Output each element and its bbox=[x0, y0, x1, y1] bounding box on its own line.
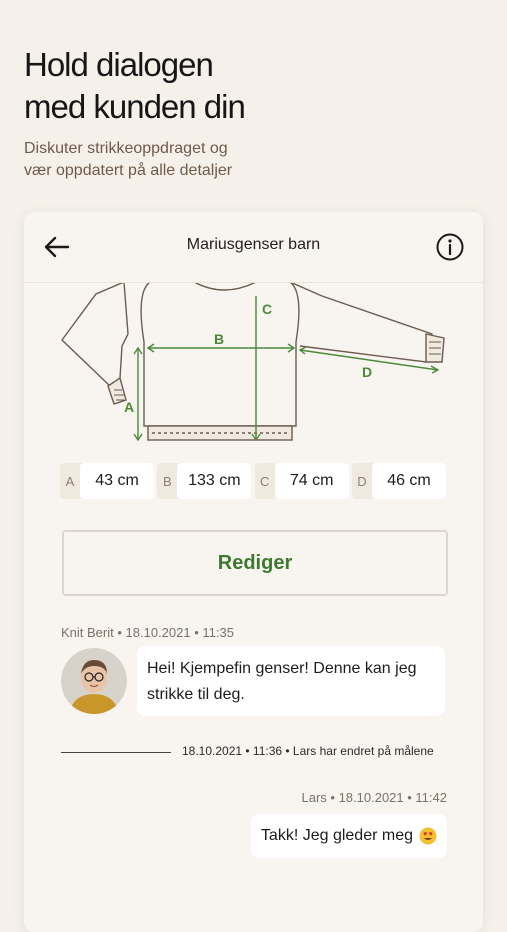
measure-d-value: 46 cm bbox=[371, 463, 446, 499]
hero-title-line1: Hold dialogen bbox=[24, 46, 214, 83]
hero-title-line2: med kunden din bbox=[24, 88, 246, 125]
measure-a-value: 43 cm bbox=[80, 463, 154, 499]
message-line2: strikke til deg. bbox=[147, 686, 245, 703]
hero-subtitle-line1: Diskuter strikkeoppdraget og bbox=[24, 140, 228, 157]
info-icon bbox=[436, 233, 464, 261]
message-bubble-outgoing: Takk! Jeg gleder meg bbox=[250, 814, 447, 858]
message-text: Takk! Jeg gleder meg bbox=[260, 827, 413, 844]
sweater-diagram: C B A D bbox=[61, 282, 445, 442]
avatar-photo bbox=[61, 648, 127, 714]
sweater-outline bbox=[61, 282, 445, 441]
measure-b-value: 133 cm bbox=[177, 463, 252, 499]
avatar bbox=[61, 648, 127, 714]
measurements-row: A 43 cm B 133 cm C 74 cm D 46 cm bbox=[60, 463, 446, 499]
measure-c-value: 74 cm bbox=[274, 463, 349, 499]
measure-c-letter: C bbox=[259, 473, 270, 489]
measure-d-letter: D bbox=[357, 473, 367, 489]
heart-eyes-emoji-icon bbox=[419, 827, 437, 845]
measure-c[interactable]: C 74 cm bbox=[254, 463, 349, 499]
label-a: A bbox=[124, 399, 134, 415]
label-c: C bbox=[262, 301, 272, 317]
measure-b-letter: B bbox=[162, 473, 172, 489]
divider bbox=[61, 752, 171, 753]
measure-a-letter: A bbox=[65, 473, 75, 489]
measure-lines bbox=[133, 296, 440, 442]
hero-section: Hold dialogen med kunden din Diskuter st… bbox=[24, 44, 484, 182]
message-bubble-incoming: Hei! Kjempefin genser! Denne kan jeg str… bbox=[137, 646, 445, 716]
hero-subtitle: Diskuter strikkeoppdraget og vær oppdate… bbox=[24, 138, 484, 182]
info-button[interactable] bbox=[435, 232, 465, 262]
page-title: Mariusgenser barn bbox=[186, 236, 321, 253]
label-b: B bbox=[214, 331, 224, 347]
hero-title: Hold dialogen med kunden din bbox=[24, 44, 484, 128]
measure-a[interactable]: A 43 cm bbox=[60, 463, 154, 499]
label-d: D bbox=[362, 364, 372, 380]
hero-subtitle-line2: vær oppdatert på alle detaljer bbox=[24, 162, 233, 179]
message-meta-lars: Lars • 18.10.2021 • 11:42 bbox=[301, 790, 447, 805]
message-meta-knit-berit: Knit Berit • 18.10.2021 • 11:35 bbox=[61, 625, 234, 640]
top-bar: Mariusgenser barn bbox=[24, 212, 483, 283]
measure-d[interactable]: D 46 cm bbox=[351, 463, 446, 499]
edit-button[interactable]: Rediger bbox=[62, 530, 448, 596]
measure-b[interactable]: B 133 cm bbox=[157, 463, 252, 499]
system-event-text: 18.10.2021 • 11:36 • Lars har endret på … bbox=[182, 744, 434, 758]
app-screen-card: Mariusgenser barn C B A D A 43 cm B 133 … bbox=[24, 212, 483, 932]
message-line1: Hei! Kjempefin genser! Denne kan jeg bbox=[147, 660, 417, 677]
